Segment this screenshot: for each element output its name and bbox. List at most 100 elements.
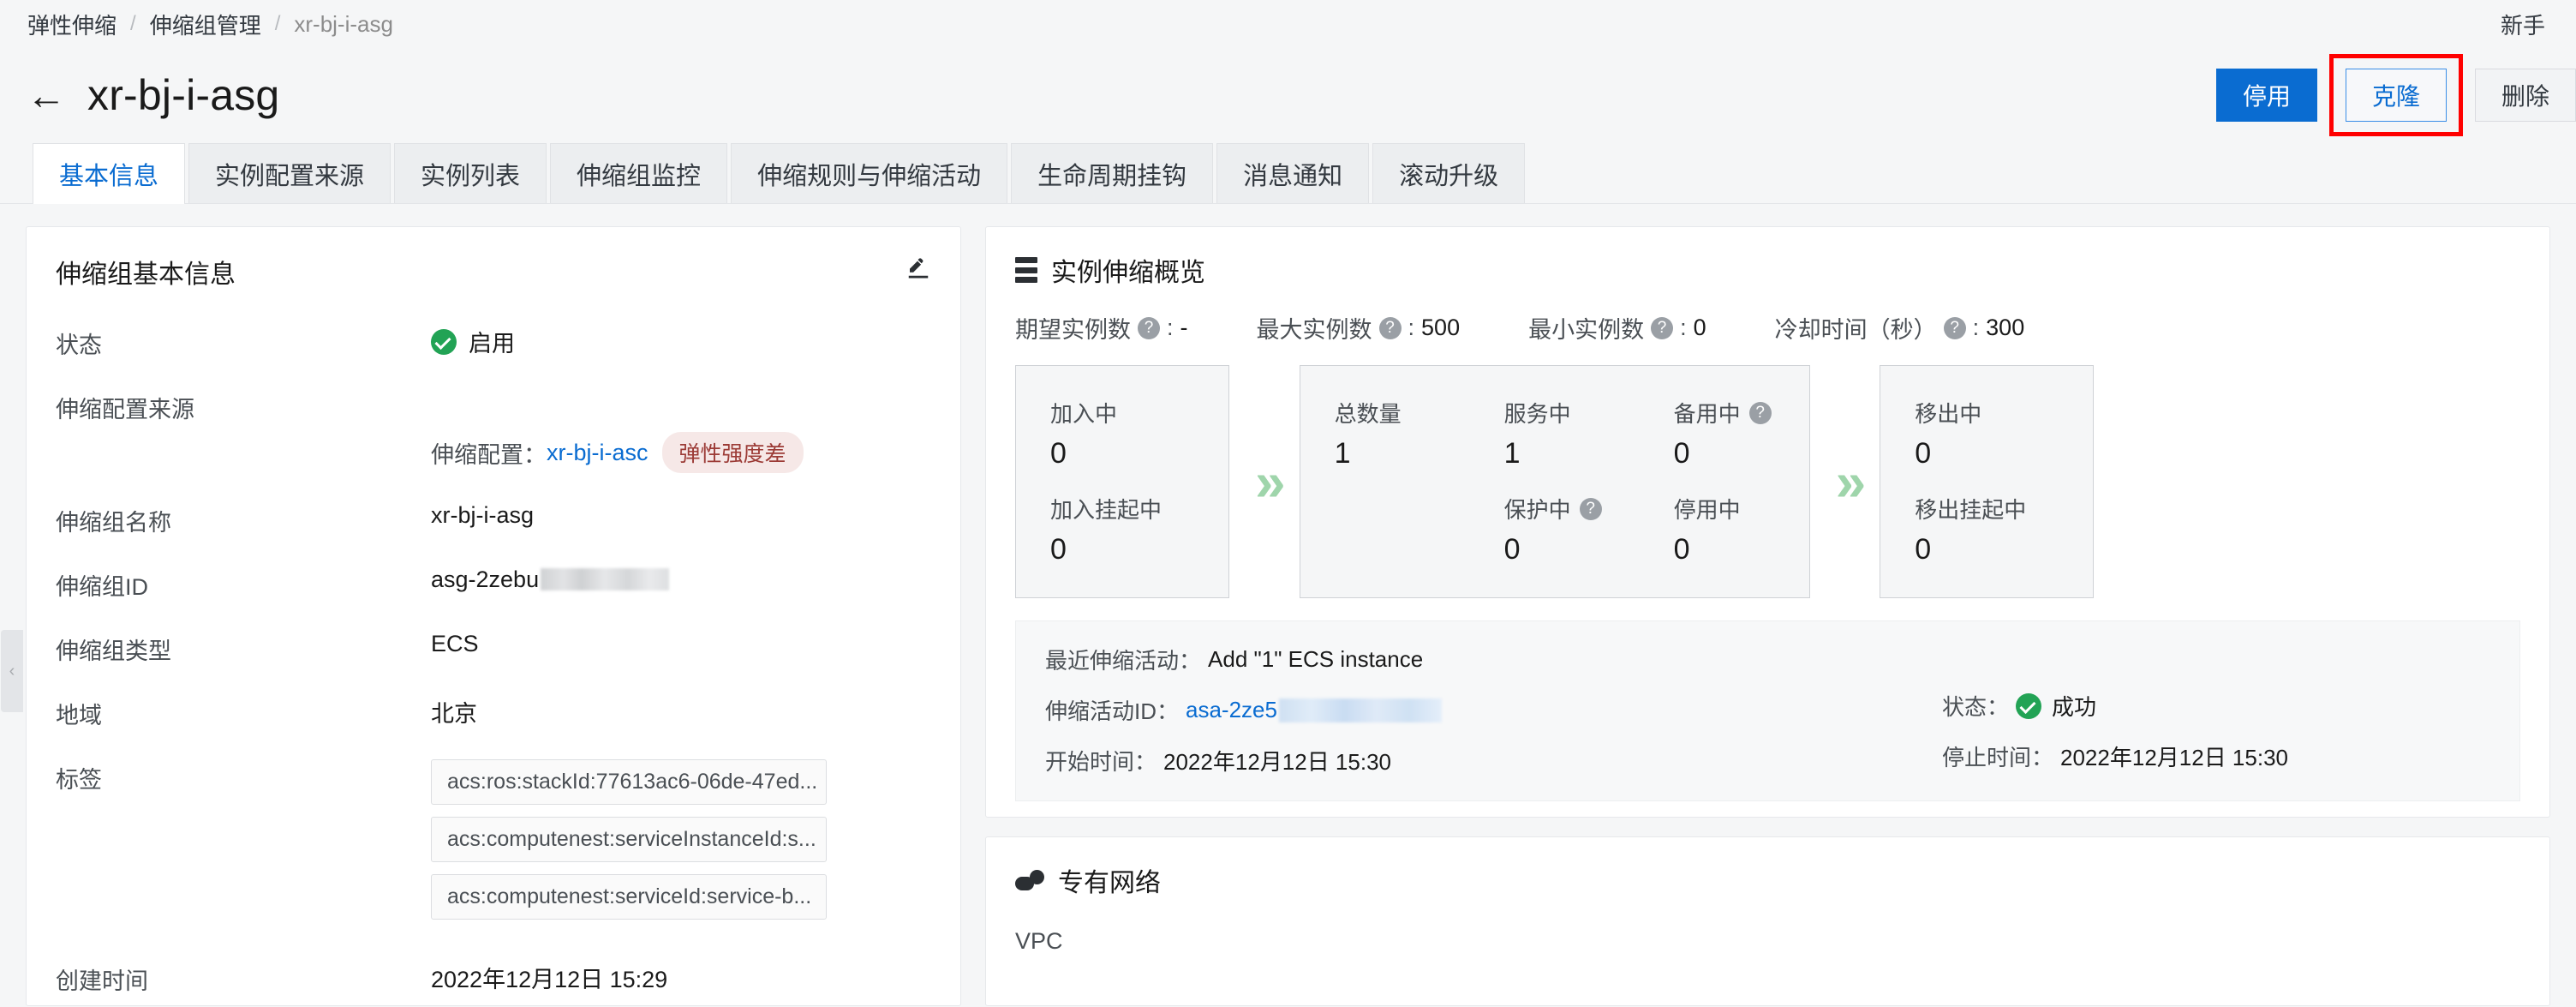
help-icon[interactable]: ? bbox=[1138, 316, 1160, 339]
flow-col: 加入中 0 加入挂起中 0 bbox=[1016, 397, 1228, 597]
group-id-value-group: asg-2zebu bbox=[431, 566, 670, 593]
vpc-header: 专有网络 bbox=[1015, 861, 2520, 899]
basic-info-header: 伸缩组基本信息 bbox=[56, 253, 931, 291]
check-circle-icon bbox=[431, 328, 457, 355]
page-title: xr-bj-i-asg bbox=[87, 71, 280, 119]
info-row-region: 地域 北京 bbox=[56, 695, 931, 730]
group-id-label: 伸缩组ID bbox=[56, 574, 148, 600]
region-label: 地域 bbox=[56, 703, 102, 728]
clone-button-annotation: 克隆 bbox=[2329, 54, 2463, 136]
metric-value: 0 bbox=[1693, 315, 1706, 340]
metric-colon: : bbox=[1680, 315, 1687, 340]
recent-activity-row: 最近伸缩活动： Add "1" ECS instance bbox=[1045, 644, 1942, 675]
stat-label: 加入挂起中 bbox=[1050, 497, 1162, 523]
metric-colon: : bbox=[1972, 315, 1980, 340]
help-icon[interactable]: ? bbox=[1748, 401, 1772, 424]
stat-label: 服务中 bbox=[1503, 401, 1571, 427]
tab-lifecycle-hooks[interactable]: 生命周期挂钩 bbox=[1011, 143, 1214, 203]
status-label: 状态 bbox=[56, 333, 102, 358]
stat-label: 总数量 bbox=[1334, 401, 1402, 427]
tags-list: acs:ros:stackId:77613ac6-06de-47ed... ac… bbox=[431, 759, 827, 932]
flow-arrow-left-icon: » bbox=[1255, 451, 1286, 512]
novice-guide-label[interactable]: 新手 bbox=[2501, 9, 2576, 40]
elasticity-badge: 弹性强度差 bbox=[661, 432, 804, 473]
tab-scaling-group-monitor[interactable]: 伸缩组监控 bbox=[550, 143, 728, 203]
tab-instance-list[interactable]: 实例列表 bbox=[394, 143, 547, 203]
stat-value: 0 bbox=[1915, 533, 1932, 566]
status-value-group: 启用 bbox=[431, 325, 515, 358]
check-circle-icon bbox=[2016, 692, 2042, 719]
breadcrumb-item-1[interactable]: 伸缩组管理 bbox=[150, 9, 261, 40]
tab-rolling-upgrade[interactable]: 滚动升级 bbox=[1372, 143, 1526, 203]
start-time-value: 2022年12月12日 15:30 bbox=[1163, 749, 1391, 775]
sidebar-collapse-handle[interactable]: ‹ bbox=[1, 630, 23, 712]
cloud-icon bbox=[1015, 870, 1044, 890]
metric-label: 最大实例数 bbox=[1256, 317, 1372, 343]
activity-status-label: 状态： bbox=[1942, 694, 2010, 720]
group-type-label: 伸缩组类型 bbox=[56, 638, 171, 664]
vpc-panel: 专有网络 VPC bbox=[985, 836, 2550, 1006]
stop-time-value: 2022年12月12日 15:30 bbox=[2060, 745, 2288, 770]
info-row-created: 创建时间 2022年12月12日 15:29 bbox=[56, 961, 931, 996]
tag-item[interactable]: acs:computenest:serviceInstanceId:s... bbox=[431, 817, 827, 862]
metric-max-capacity: 最大实例数 ? : 500 bbox=[1257, 311, 1461, 345]
flow-arrow-right-icon: » bbox=[1835, 451, 1867, 512]
start-time-label: 开始时间： bbox=[1045, 749, 1157, 775]
config-source-value-group: 伸缩配置： xr-bj-i-asc 弹性强度差 bbox=[431, 432, 804, 473]
breadcrumb-item-0[interactable]: 弹性伸缩 bbox=[27, 9, 117, 40]
stat-label-group: 备用中 ? bbox=[1674, 397, 1809, 429]
stat-value: 0 bbox=[1050, 533, 1067, 566]
tab-basic-info[interactable]: 基本信息 bbox=[33, 143, 186, 204]
help-icon[interactable]: ? bbox=[1651, 316, 1674, 339]
metric-colon: : bbox=[1167, 315, 1174, 340]
info-row-status: 状态 启用 bbox=[56, 325, 931, 360]
stat-joining-pending: 加入挂起中 0 bbox=[1050, 493, 1228, 566]
stat-serving: 服务中 1 bbox=[1504, 397, 1640, 471]
metric-label: 期望实例数 bbox=[1015, 317, 1131, 343]
scaling-configuration-link[interactable]: xr-bj-i-asc bbox=[547, 440, 648, 466]
flow-col: 移出中 0 移出挂起中 0 bbox=[1880, 397, 2093, 597]
breadcrumb: 弹性伸缩 / 伸缩组管理 / xr-bj-i-asg 新手 bbox=[0, 0, 2576, 48]
scaling-overview-title: 实例伸缩概览 bbox=[1051, 259, 1205, 287]
disable-button[interactable]: 停用 bbox=[2216, 69, 2317, 122]
activity-id-row: 伸缩活动ID： asa-2ze5 bbox=[1045, 694, 1942, 726]
stat-value: 0 bbox=[1915, 437, 1932, 470]
recent-activity-value: Add "1" ECS instance bbox=[1208, 646, 1424, 672]
tags-label: 标签 bbox=[56, 767, 102, 793]
info-row-tags: 标签 acs:ros:stackId:77613ac6-06de-47ed...… bbox=[56, 759, 931, 932]
pencil-icon[interactable] bbox=[905, 255, 931, 288]
info-row-id: 伸缩组ID asg-2zebu bbox=[56, 566, 931, 602]
stat-label: 停用中 bbox=[1673, 497, 1741, 523]
tab-instance-config-source[interactable]: 实例配置来源 bbox=[188, 143, 391, 203]
stat-label: 移出挂起中 bbox=[1915, 497, 2027, 523]
stat-value: 1 bbox=[1503, 437, 1521, 470]
stat-total: 总数量 1 bbox=[1335, 397, 1470, 471]
help-icon[interactable]: ? bbox=[1378, 316, 1402, 339]
activity-status-value: 成功 bbox=[2052, 694, 2097, 720]
tag-item[interactable]: acs:ros:stackId:77613ac6-06de-47ed... bbox=[431, 759, 827, 805]
metric-label: 冷却时间（秒） bbox=[1774, 317, 1937, 343]
created-time-label: 创建时间 bbox=[56, 968, 148, 994]
stat-value: 1 bbox=[1334, 437, 1351, 470]
activity-left-column: 最近伸缩活动： Add "1" ECS instance 伸缩活动ID： asa… bbox=[1045, 644, 1942, 776]
info-row-config-source: 伸缩配置来源 伸缩配置： xr-bj-i-asc 弹性强度差 bbox=[56, 389, 931, 473]
content-area: ‹ 伸缩组基本信息 状态 启用 伸缩配置来源 伸缩配置： xr-bj-i-asc… bbox=[0, 204, 2576, 1006]
right-column: 实例伸缩概览 期望实例数 ? : - 最大实例数 ? : 500 最小实例数 ?… bbox=[985, 226, 2550, 1006]
tab-scaling-rules-activities[interactable]: 伸缩规则与伸缩活动 bbox=[731, 143, 1008, 203]
created-time-value: 2022年12月12日 15:29 bbox=[431, 967, 668, 992]
group-id-value: asg-2zebu bbox=[431, 566, 540, 592]
activity-id-link[interactable]: asa-2ze5 bbox=[1186, 697, 1277, 723]
tag-item[interactable]: acs:computenest:serviceId:service-b... bbox=[431, 874, 827, 920]
breadcrumb-separator: / bbox=[274, 12, 281, 35]
config-source-label: 伸缩配置来源 bbox=[56, 397, 194, 423]
help-icon[interactable]: ? bbox=[1579, 497, 1602, 520]
help-icon[interactable]: ? bbox=[1943, 316, 1966, 339]
tab-notifications[interactable]: 消息通知 bbox=[1216, 143, 1370, 203]
stat-removing: 移出中 0 bbox=[1915, 397, 2093, 471]
clone-button[interactable]: 克隆 bbox=[2346, 69, 2447, 122]
back-arrow-icon[interactable]: ← bbox=[24, 73, 69, 117]
delete-button[interactable]: 删除 bbox=[2475, 69, 2576, 122]
basic-info-title: 伸缩组基本信息 bbox=[56, 261, 236, 289]
stat-value: 0 bbox=[1673, 437, 1690, 470]
title-bar: ← xr-bj-i-asg 停用 克隆 删除 bbox=[0, 48, 2576, 142]
